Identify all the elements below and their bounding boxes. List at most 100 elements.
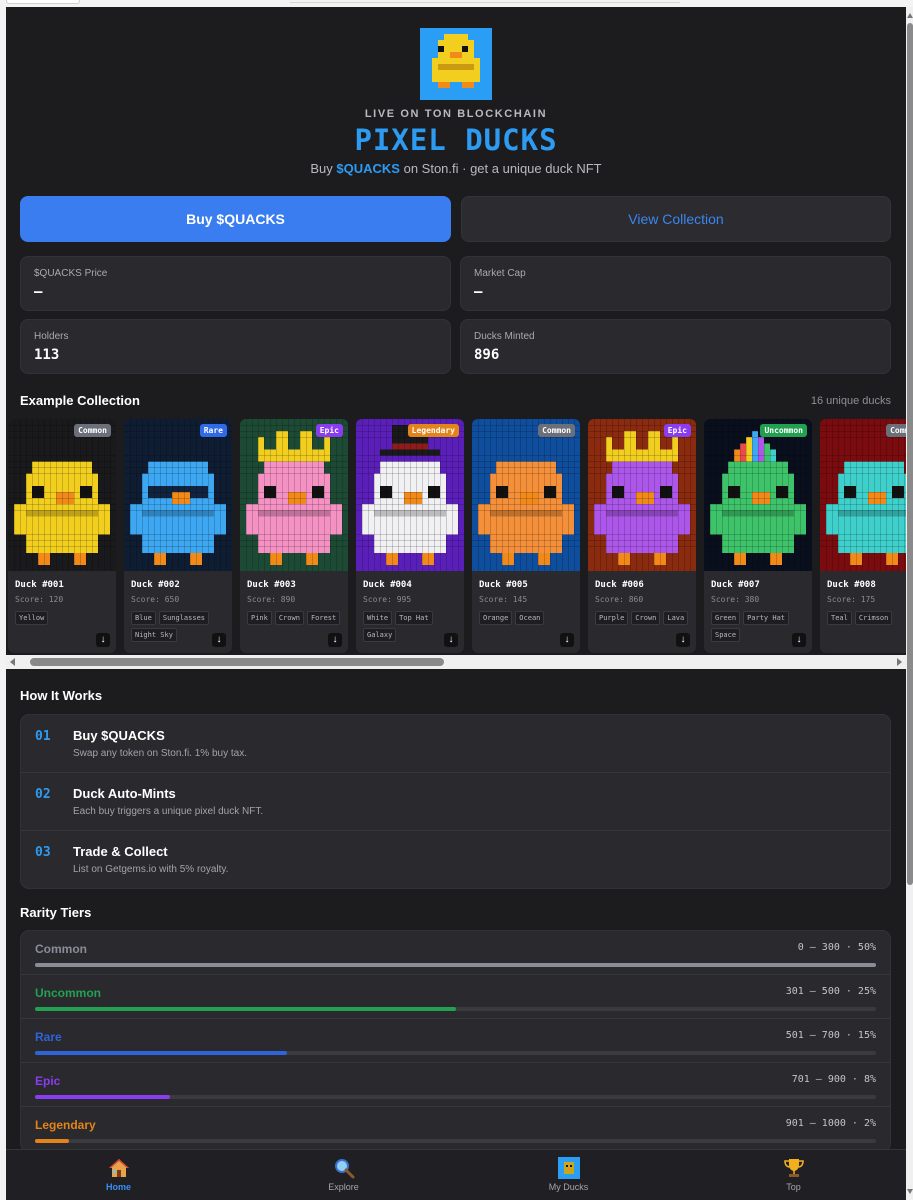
trait-tag: Lava [663, 611, 689, 625]
how-it-works-title: How It Works [20, 688, 103, 703]
rarity-badge: Epic [663, 424, 691, 437]
download-icon[interactable]: ↓ [560, 633, 574, 647]
browser-chrome [0, 0, 913, 7]
stat-label: $QUACKS Price [34, 268, 108, 279]
step-title: Duck Auto-Mints [73, 786, 176, 801]
browser-tab[interactable] [6, 0, 80, 4]
trait-tag: Green [711, 611, 741, 625]
duck-score: Score: 890 [247, 595, 296, 604]
duck-carousel[interactable]: Common ↓ Duck #001 Score: 120 Yellow Rare ↓ Duc… [6, 419, 906, 653]
duck-name: Duck #002 [131, 580, 180, 590]
duck-card[interactable]: Common↓Duck #008Score: 175TealCrimson [820, 419, 906, 653]
subtitle-post: on Ston.fi · get a unique duck NFT [399, 161, 602, 176]
tier-progress-fill [35, 1051, 288, 1055]
duck-card[interactable]: Common ↓ Duck #001 Score: 120 Yellow [8, 419, 116, 653]
tier-progress-fill [35, 1139, 69, 1143]
view-collection-button[interactable]: View Collection [461, 196, 891, 242]
tier-progress-track [35, 1095, 876, 1099]
rarity-badge: Common [74, 424, 111, 437]
nav-label: Explore [328, 1182, 359, 1192]
tier-range: 901 – 1000 · 2% [785, 1118, 876, 1129]
tier-range: 0 – 300 · 50% [797, 942, 876, 953]
subtitle-pre: Buy [310, 161, 337, 176]
scroll-up-arrow-icon[interactable] [907, 13, 913, 18]
step-item: 02 Duck Auto-Mints Each buy triggers a u… [21, 773, 890, 831]
duck-card[interactable]: Uncommon ↓ Duck #007 Score: 380 Green Party H… [704, 419, 812, 653]
pixel-duck-logo [420, 28, 492, 100]
trait-tag: Space [711, 628, 741, 642]
duck-name: Duck #004 [363, 580, 412, 590]
trait-tag: Forest [306, 611, 341, 625]
duck-avatar-icon [558, 1157, 580, 1179]
page-scrollbar-thumb[interactable] [907, 23, 913, 885]
carousel-scrollbar[interactable] [6, 655, 906, 669]
address-bar[interactable] [290, 0, 680, 3]
duck-card[interactable]: Epic ↓ Duck #006 Score: 860 Purple Crown Lava [588, 419, 696, 653]
rarity-tiers-panel: Common 0 – 300 · 50% Uncommon 301 – 500 · 2… [20, 930, 891, 1152]
duck-card[interactable]: Rare ↓ Duck #002 Score: 650 Blue Sunglasses Ni… [124, 419, 232, 653]
step-number: 03 [35, 845, 51, 860]
duck-card[interactable]: Legendary ↓ Duck #004 Score: 995 White Top Ha… [356, 419, 464, 653]
tier-progress-track [35, 963, 876, 967]
download-icon[interactable]: ↓ [676, 633, 690, 647]
download-icon[interactable]: ↓ [328, 633, 342, 647]
rarity-badge: Epic [315, 424, 343, 437]
tier-progress-track [35, 1051, 876, 1055]
trait-tag: Yellow [15, 611, 49, 625]
app-page: LIVE ON TON BLOCKCHAIN PIXEL DUCKS Buy $… [6, 7, 906, 1200]
nav-item-top[interactable]: Top [681, 1150, 906, 1200]
stat-value: — [34, 284, 43, 300]
trait-tags: White Top Hat Galaxy [363, 611, 463, 642]
duck-pixel-art [820, 419, 906, 571]
bottom-navigation: Home Explore My Ducks Top [6, 1149, 906, 1200]
page-title: PIXEL DUCKS [354, 123, 558, 157]
rarity-tier-row: Epic 701 – 900 · 8% [21, 1063, 890, 1107]
how-it-works-panel: 01 Buy $QUACKS Swap any token on Ston.fi… [20, 714, 891, 889]
stat-value: — [474, 284, 483, 300]
trait-tag: Teal [827, 611, 852, 625]
duck-score: Score: 145 [479, 595, 528, 604]
trait-tag: Sunglasses [158, 611, 210, 625]
step-description: Swap any token on Ston.fi. 1% buy tax. [73, 748, 247, 759]
duck-card[interactable]: Epic ↓ Duck #003 Score: 890 Pink Crown Forest [240, 419, 348, 653]
duck-card[interactable]: Common ↓ Duck #005 Score: 145 Orange Ocean [472, 419, 580, 653]
duck-name: Duck #007 [711, 580, 760, 590]
scrollbar-thumb[interactable] [30, 658, 444, 666]
nav-item-my-ducks[interactable]: My Ducks [456, 1150, 681, 1200]
rarity-badge: Common [886, 424, 906, 437]
buy-quacks-button[interactable]: Buy $QUACKS [20, 196, 451, 242]
page-scrollbar[interactable] [906, 7, 913, 1200]
nav-item-home[interactable]: Home [6, 1150, 231, 1200]
step-description: Each buy triggers a unique pixel duck NF… [73, 806, 264, 817]
scroll-right-arrow-icon[interactable] [897, 658, 902, 666]
trait-tag: Pink [247, 611, 272, 625]
rarity-badge: Rare [199, 424, 227, 437]
trait-tag: Top Hat [395, 611, 433, 625]
trait-tags: Yellow [15, 611, 115, 625]
nav-item-explore[interactable]: Explore [231, 1150, 456, 1200]
duck-score: Score: 860 [595, 595, 644, 604]
scroll-left-arrow-icon[interactable] [10, 658, 15, 666]
tier-progress-fill [35, 1007, 456, 1011]
duck-name: Duck #006 [595, 580, 644, 590]
trait-tag: Crown [631, 611, 661, 625]
trait-tag: Purple [595, 611, 629, 625]
stat-label: Ducks Minted [474, 331, 535, 342]
duck-pixel-art [356, 419, 464, 571]
duck-pixel-art [124, 419, 232, 571]
tier-progress-track [35, 1007, 876, 1011]
trait-tag: Ocean [515, 611, 545, 625]
duck-pixel-art [704, 419, 812, 571]
trait-tags: Green Party Hat Space [711, 611, 811, 642]
duck-name: Duck #008 [827, 580, 876, 590]
download-icon[interactable]: ↓ [96, 633, 110, 647]
rarity-tiers-title: Rarity Tiers [20, 905, 92, 920]
rarity-badge: Legendary [407, 424, 459, 437]
stat-label: Holders [34, 331, 69, 342]
step-item: 01 Buy $QUACKS Swap any token on Ston.fi… [21, 715, 890, 773]
rarity-badge: Common [538, 424, 575, 437]
nav-label: Top [786, 1182, 801, 1192]
step-number: 01 [35, 729, 51, 744]
trait-tag: Night Sky [131, 628, 177, 642]
scroll-down-arrow-icon[interactable] [907, 1189, 913, 1194]
